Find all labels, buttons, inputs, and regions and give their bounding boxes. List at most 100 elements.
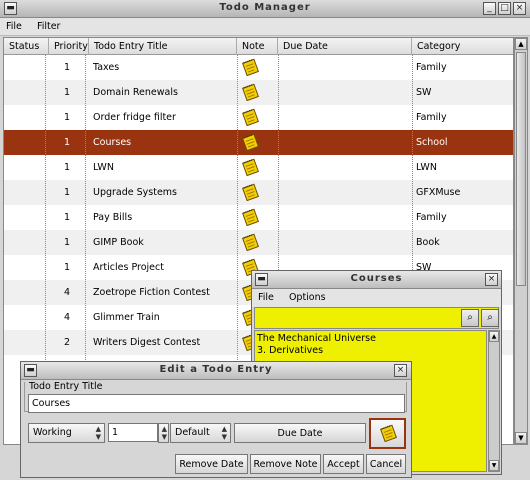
status-select[interactable]: Working ▲ ▼ — [28, 423, 105, 443]
spin-arrows-icon: ▲ ▼ — [221, 425, 227, 441]
table-scrollbar[interactable]: ▲ ▼ — [514, 37, 528, 445]
note-line: 3. Derivatives — [257, 345, 324, 356]
category-cell: LWN — [416, 162, 437, 173]
priority-cell: 1 — [63, 212, 71, 223]
scroll-up-arrow-icon[interactable]: ▲ — [515, 38, 527, 50]
note-cell[interactable] — [241, 132, 259, 154]
edit-titlebar[interactable]: ▬ Edit a Todo Entry × — [21, 362, 411, 380]
category-cell: GFXMuse — [416, 187, 461, 198]
stepper-icon: ▲ ▼ — [161, 425, 167, 441]
note-icon[interactable] — [241, 82, 259, 101]
note-scrollbar[interactable]: ▲ ▼ — [488, 330, 500, 472]
note-icon[interactable] — [241, 157, 259, 176]
category-cell: SW — [416, 87, 432, 98]
minimize-button[interactable]: _ — [483, 2, 496, 15]
note-menu-options[interactable]: Options — [283, 289, 332, 303]
note-cell[interactable] — [241, 182, 259, 204]
note-close-button[interactable]: × — [485, 273, 498, 286]
edit-close-button[interactable]: × — [394, 364, 407, 377]
menubar: File Filter — [0, 18, 530, 36]
note-toolbar: ⌕ ⌕ — [254, 307, 499, 329]
table-row[interactable]: 1 Courses School — [4, 130, 513, 155]
remove-date-button[interactable]: Remove Date — [175, 454, 248, 474]
title-label: Todo Entry Title — [29, 381, 103, 392]
title-cell: Courses — [93, 137, 132, 148]
note-menu-file[interactable]: File — [252, 289, 280, 303]
priority-stepper[interactable]: ▲ ▼ — [158, 423, 169, 443]
edit-window-title: Edit a Todo Entry — [159, 364, 273, 375]
title-cell: LWN — [93, 162, 114, 173]
zoom-out-icon[interactable]: ⌕ — [481, 309, 499, 327]
table-row[interactable]: 1 Domain Renewals SW — [4, 80, 513, 105]
note-scroll-up-icon[interactable]: ▲ — [489, 331, 499, 342]
priority-cell: 1 — [63, 137, 71, 148]
table-row[interactable]: 1 LWN LWN — [4, 155, 513, 180]
note-cell[interactable] — [241, 232, 259, 254]
scroll-down-arrow-icon[interactable]: ▼ — [515, 432, 527, 444]
priority-input[interactable]: 1 — [108, 423, 158, 442]
title-cell: Articles Project — [93, 262, 164, 273]
priority-cell: 1 — [63, 112, 71, 123]
col-note[interactable]: Note — [237, 38, 278, 55]
note-button[interactable] — [369, 418, 406, 449]
table-row[interactable]: 1 GIMP Book Book — [4, 230, 513, 255]
note-cell[interactable] — [241, 207, 259, 229]
main-titlebar[interactable]: ▬ Todo Manager _ □ × — [0, 0, 530, 18]
title-cell: Zoetrope Fiction Contest — [93, 287, 210, 298]
note-cell[interactable] — [241, 107, 259, 129]
title-cell: Upgrade Systems — [93, 187, 178, 198]
close-button[interactable]: × — [513, 2, 526, 15]
menu-file[interactable]: File — [0, 18, 28, 32]
priority-cell: 2 — [63, 337, 71, 348]
col-due-date[interactable]: Due Date — [278, 38, 412, 55]
title-cell: Glimmer Train — [93, 312, 160, 323]
note-cell[interactable] — [241, 57, 259, 79]
spin-arrows-icon: ▲ ▼ — [95, 425, 101, 441]
note-icon[interactable] — [241, 57, 259, 76]
col-status[interactable]: Status — [4, 38, 49, 55]
priority-cell: 4 — [63, 312, 71, 323]
maximize-button[interactable]: □ — [498, 2, 511, 15]
note-menubar: File Options — [252, 289, 501, 307]
note-icon[interactable] — [241, 132, 259, 151]
title-cell: Taxes — [93, 62, 120, 73]
note-cell[interactable] — [241, 82, 259, 104]
note-scroll-down-icon[interactable]: ▼ — [489, 460, 499, 471]
priority-cell: 1 — [63, 187, 71, 198]
title-cell: Writers Digest Contest — [93, 337, 201, 348]
priority-cell: 1 — [63, 87, 71, 98]
table-header: Status Priority Todo Entry Title Note Du… — [4, 38, 513, 55]
title-cell: Order fridge filter — [93, 112, 176, 123]
priority-cell: 1 — [63, 262, 71, 273]
zoom-in-icon[interactable]: ⌕ — [461, 309, 479, 327]
note-icon[interactable] — [241, 182, 259, 201]
col-category[interactable]: Category — [412, 38, 513, 55]
title-input[interactable]: Courses — [28, 394, 405, 413]
category-value: Default — [175, 427, 210, 438]
menu-filter[interactable]: Filter — [31, 18, 67, 32]
table-row[interactable]: 1 Upgrade Systems GFXMuse — [4, 180, 513, 205]
accept-button[interactable]: Accept — [323, 454, 364, 474]
edit-entry-window: ▬ Edit a Todo Entry × Todo Entry Title C… — [20, 361, 412, 478]
note-icon[interactable] — [241, 107, 259, 126]
table-row[interactable]: 1 Taxes Family — [4, 55, 513, 80]
note-line: The Mechanical Universe — [257, 333, 376, 344]
note-cell[interactable] — [241, 157, 259, 179]
note-icon[interactable] — [241, 232, 259, 251]
due-date-button[interactable]: Due Date — [234, 423, 366, 443]
title-cell: Pay Bills — [93, 212, 133, 223]
category-cell: Book — [416, 237, 440, 248]
category-cell: Family — [416, 62, 447, 73]
priority-cell: 1 — [63, 237, 71, 248]
scroll-thumb[interactable] — [516, 52, 526, 286]
note-titlebar[interactable]: ▬ Courses × — [252, 271, 501, 289]
remove-note-button[interactable]: Remove Note — [250, 454, 321, 474]
note-icon[interactable] — [241, 207, 259, 226]
col-title[interactable]: Todo Entry Title — [89, 38, 237, 55]
table-row[interactable]: 1 Pay Bills Family — [4, 205, 513, 230]
table-row[interactable]: 1 Order fridge filter Family — [4, 105, 513, 130]
cancel-button[interactable]: Cancel — [366, 454, 406, 474]
category-select[interactable]: Default ▲ ▼ — [170, 423, 231, 443]
col-priority[interactable]: Priority — [49, 38, 89, 55]
priority-cell: 1 — [63, 162, 71, 173]
